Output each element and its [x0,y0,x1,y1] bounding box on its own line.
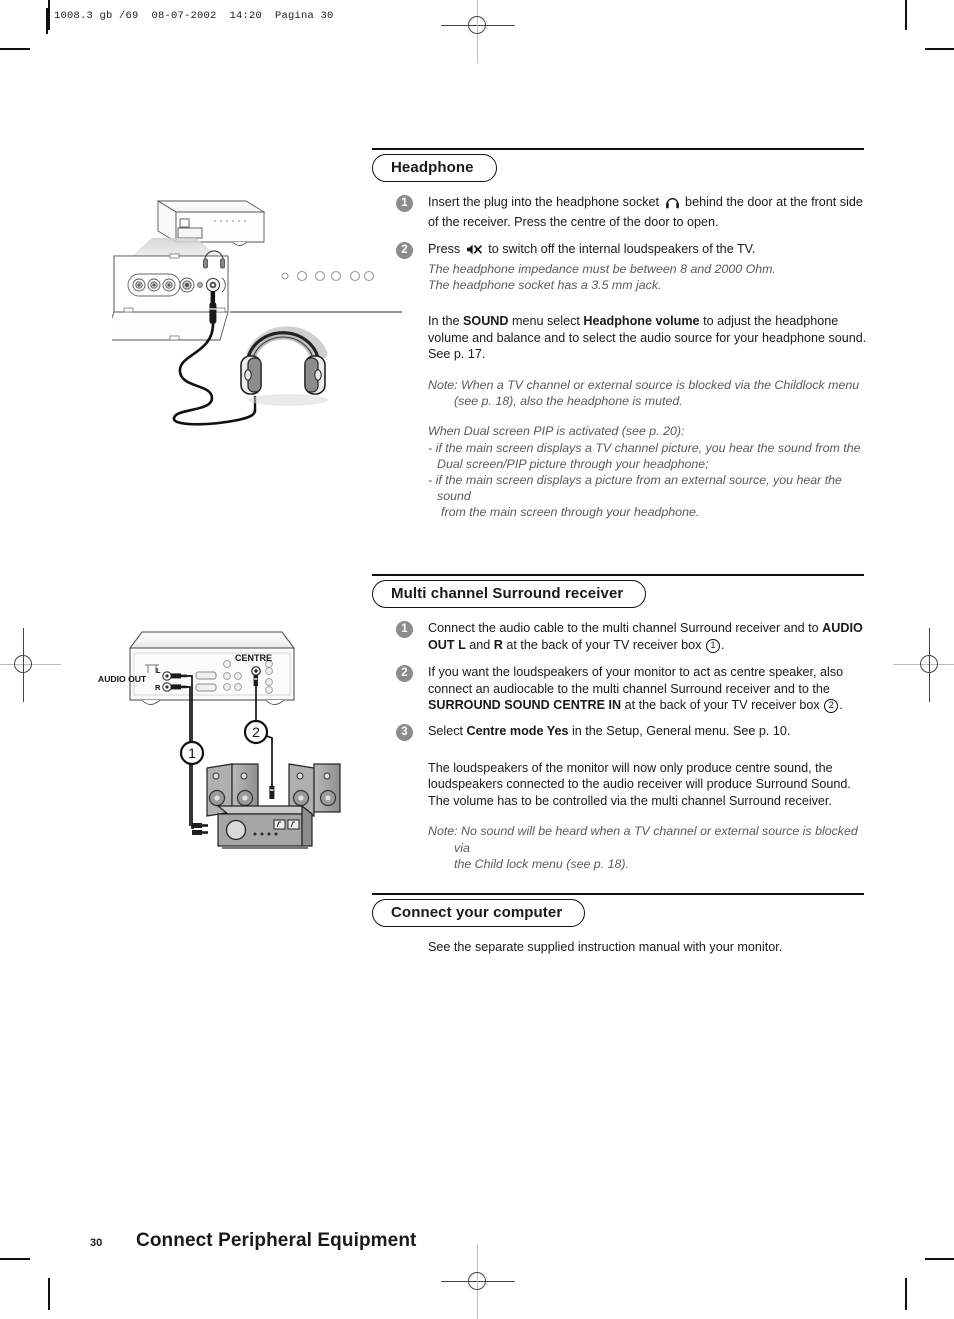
headphones-illustration [240,326,328,410]
inline-circled-number-2: 2 [824,699,839,714]
surround-note-line-2: the Child lock menu (see p. 18). [454,856,629,871]
registration-mark-top [441,0,515,63]
inline-circled-number-1: 1 [705,638,720,653]
step-bullet-2: 2 [396,665,413,683]
childlock-note-line-2: (see p. 18), also the headphone is muted… [454,394,683,409]
headphone-impedance-note: The headphone impedance must be between … [428,261,776,292]
section-rule-computer [372,893,864,895]
surround-step-2-text-3: . [839,698,843,713]
registration-mark-left [0,628,61,702]
pip-note-line-2: - if the main screen displays a TV chann… [428,440,861,455]
section-title-surround: Multi channel Surround receiver [372,580,647,608]
surround-explanation-paragraph: The loudspeakers of the monitor will now… [428,760,851,808]
crop-mark-bottom-right-horizontal [925,1258,954,1260]
sound-para-text-2: menu select [508,314,584,329]
crop-mark-bottom-right-vertical [905,1278,907,1310]
step-bullet-3: 3 [396,723,413,741]
sound-para-text-1: In the [428,314,464,329]
label-centre: CENTRE [235,653,272,663]
file-stamp-text: 1008.3 gb /69 08-07-2002 14:20 Pagina 30 [54,10,334,22]
pip-note-line-5: from the main screen through your headph… [441,505,700,520]
surround-step-2-text-2: at the back of your TV receiver box [621,698,824,713]
surround-step-1-text-3: at the back of your TV receiver box [502,637,705,652]
surround-childlock-note: Note: No sound will be heard when a TV c… [428,823,868,872]
headphone-connection-diagram [112,200,402,426]
audio-out-r-label: R [493,637,503,652]
sound-menu-label: SOUND [463,314,509,329]
svg-text:1: 1 [188,745,196,761]
crop-mark-bottom-left-vertical [48,1278,50,1310]
surround-step-1: 1 Connect the audio cable to the multi c… [396,620,868,653]
surround-step-1-text-2: and [465,637,494,652]
step-bullet-1: 1 [396,621,413,638]
registration-mark-right [893,628,954,702]
file-stamp-bar [46,8,48,34]
headphone-step-2-text-before: Press [428,242,464,257]
label-right-channel: R [155,683,161,692]
headphone-step-1-text-before: Insert the plug into the headphone socke… [428,195,663,209]
label-audio-out: AUDIO OUT [98,674,147,684]
section-surround-receiver: Multi channel Surround receiver 1 Connec… [372,574,872,872]
surround-step-3-text-2: in the Setup, General menu. See p. 10. [568,723,791,738]
surround-step-1-text-1: Connect the audio cable to the multi cha… [428,621,823,635]
surround-step-2-text-1: If you want the loudspeakers of your mon… [428,665,844,696]
pip-note-line-1: When Dual screen PIP is activated (see p… [428,424,685,439]
step-bullet-1: 1 [396,195,413,212]
surround-receiver-connection-diagram: AUDIO OUT L R CENTRE 1 2 [98,631,341,849]
section-connect-computer: Connect your computer See the separate s… [372,893,872,956]
headphone-step-2-text-after: to switch off the internal loudspeakers … [484,242,756,257]
headphone-volume-label: Headphone volume [583,314,700,329]
surround-note-line-1: Note: No sound will be heard when a TV c… [428,824,858,855]
footer-title: Connect Peripheral Equipment [136,1230,417,1251]
surround-step-3-text-1: Select [428,723,467,738]
headphone-icon [665,196,680,214]
step-bullet-2: 2 [396,242,413,260]
svg-text:2: 2 [252,724,260,740]
section-rule-surround [372,574,864,576]
callout-2: 2 [243,719,269,745]
page-footer: 30 Connect Peripheral Equipment [90,1230,416,1252]
computer-paragraph: See the separate supplied instruction ma… [428,940,783,954]
headphone-pip-note: When Dual screen PIP is activated (see p… [428,423,868,520]
callout-1: 1 [179,740,205,766]
mute-speaker-icon [466,243,483,261]
section-title-computer: Connect your computer [372,899,586,927]
crop-mark-top-left-vertical [48,0,50,30]
label-left-channel: L [156,666,161,675]
crop-mark-bottom-left-horizontal [0,1258,30,1260]
centre-mode-yes-label: Centre mode Yes [466,723,569,738]
crop-mark-top-right-horizontal [925,48,954,50]
surround-sound-centre-in-label: SURROUND SOUND CENTRE IN [428,698,622,713]
childlock-note-line-1: Note: When a TV channel or external sour… [428,377,860,392]
headphone-step-2: 2 Press to switch off the internal louds… [396,241,868,293]
section-title-headphone: Headphone [372,154,497,182]
crop-mark-top-left-horizontal [0,48,30,50]
surround-step-1-text-4: . [720,637,725,652]
page-number: 30 [90,1237,103,1249]
surround-step-3: 3 Select Centre mode Yes in the Setup, G… [396,723,868,741]
registration-mark-bottom [441,1245,515,1319]
section-rule-headphone [372,148,864,150]
section-headphone: Headphone 1 Insert the plug into the hea… [372,148,872,521]
crop-mark-top-right-vertical [905,0,907,30]
pip-note-line-3: Dual screen/PIP picture through your hea… [437,456,709,471]
headphone-step-1: 1 Insert the plug into the headphone soc… [396,194,868,230]
headphone-childlock-note: Note: When a TV channel or external sour… [428,377,868,409]
surround-step-2: 2 If you want the loudspeakers of your m… [396,664,868,714]
headphone-sound-menu-paragraph: In the SOUND menu select Headphone volum… [428,313,868,363]
surround-amplifier [216,804,314,849]
pip-note-line-4: - if the main screen displays a picture … [428,472,842,504]
